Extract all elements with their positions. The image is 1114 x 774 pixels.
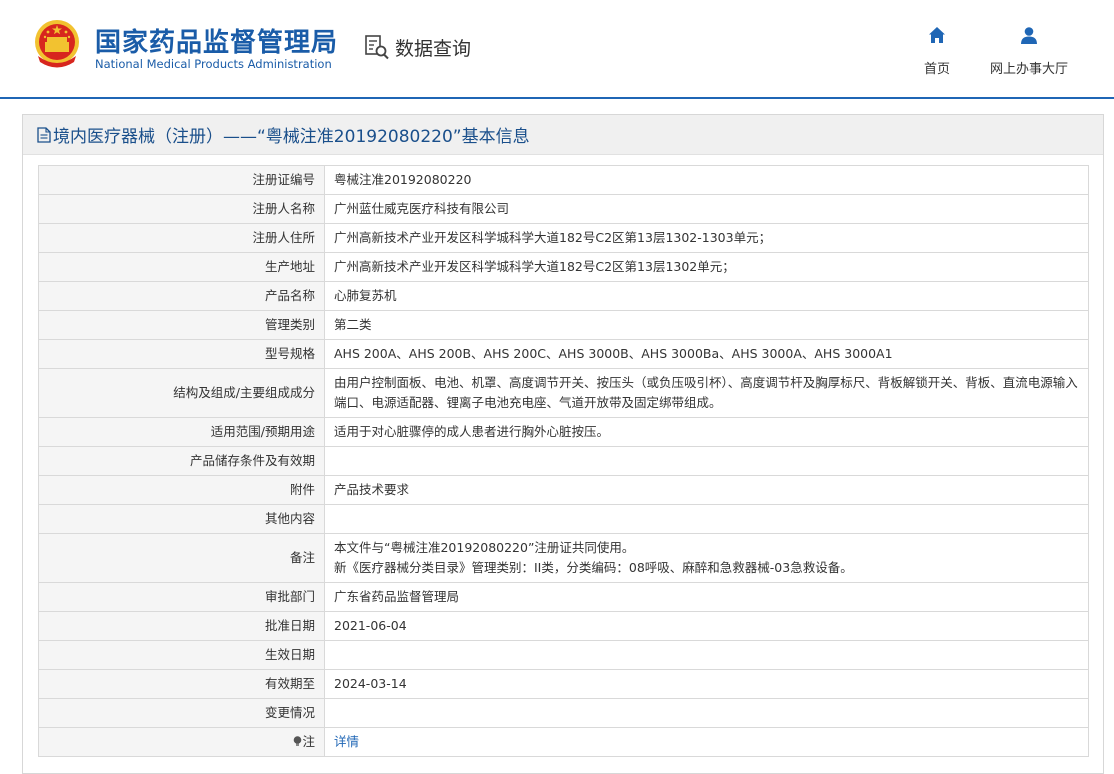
field-label: 型号规格 [38, 339, 325, 369]
table-row: 注册证编号 粤械注准20192080220 [38, 165, 1089, 195]
field-label: 批准日期 [38, 611, 325, 641]
national-emblem-icon [35, 20, 79, 68]
note-label-cell: 注 [38, 727, 325, 757]
field-label: 产品名称 [38, 281, 325, 311]
field-value [324, 640, 1089, 670]
field-label: 注册证编号 [38, 165, 325, 195]
home-icon [929, 27, 945, 43]
table-row: 审批部门 广东省药品监督管理局 [38, 582, 1089, 612]
details-link[interactable]: 详情 [334, 734, 359, 749]
field-label: 审批部门 [38, 582, 325, 612]
search-document-icon [365, 35, 389, 60]
field-value [324, 446, 1089, 476]
table-row: 其他内容 [38, 504, 1089, 534]
field-value: AHS 200A、AHS 200B、AHS 200C、AHS 3000B、AHS… [324, 339, 1089, 369]
table-row: 型号规格 AHS 200A、AHS 200B、AHS 200C、AHS 3000… [38, 339, 1089, 369]
table-row: 产品名称 心肺复苏机 [38, 281, 1089, 311]
field-label: 生产地址 [38, 252, 325, 282]
agency-name-cn: 国家药品监督管理局 [95, 28, 339, 58]
field-value-cell: 详情 [324, 727, 1089, 757]
data-search-label: 数据查询 [395, 37, 472, 60]
field-value-remarks: 本文件与“粤械注准20192080220”注册证共同使用。 新《医疗器械分类目录… [324, 533, 1089, 583]
field-label: 结构及组成/主要组成成分 [38, 368, 325, 418]
table-row: 结构及组成/主要组成成分 由用户控制面板、电池、机罩、高度调节开关、按压头（或负… [38, 368, 1089, 418]
note-label: 注 [302, 734, 315, 749]
field-value: 广州蓝仕威克医疗科技有限公司 [324, 194, 1089, 224]
nav-online-service-hall-label: 网上办事大厅 [989, 62, 1068, 77]
nav-online-service-hall[interactable]: 网上办事大厅 [986, 26, 1072, 77]
panel-title: 境内医疗器械（注册）——“粤械注准20192080220”基本信息 [53, 127, 530, 147]
table-row: 产品储存条件及有效期 [38, 446, 1089, 476]
table-row: 备注 本文件与“粤械注准20192080220”注册证共同使用。 新《医疗器械分… [38, 533, 1089, 583]
table-row: 批准日期 2021-06-04 [38, 611, 1089, 641]
field-label: 管理类别 [38, 310, 325, 340]
table-row: 注 详情 [38, 727, 1089, 757]
header-divider [0, 97, 1114, 99]
table-row: 变更情况 [38, 698, 1089, 728]
data-search-link[interactable]: 数据查询 [363, 33, 471, 61]
field-value [324, 504, 1089, 534]
document-icon [37, 126, 51, 143]
nav-home-label: 首页 [923, 62, 950, 77]
table-row: 有效期至 2024-03-14 [38, 669, 1089, 699]
table-row: 适用范围/预期用途 适用于对心脏骤停的成人患者进行胸外心脏按压。 [38, 417, 1089, 447]
field-value: 心肺复苏机 [324, 281, 1089, 311]
field-value: 广州高新技术产业开发区科学城科学大道182号C2区第13层1302单元； [324, 252, 1089, 282]
table-row: 生效日期 [38, 640, 1089, 670]
site-header: 国家药品监督管理局 National Medical Products Admi… [0, 0, 1114, 98]
field-value: 广东省药品监督管理局 [324, 582, 1089, 612]
field-label: 附件 [38, 475, 325, 505]
field-label: 有效期至 [38, 669, 325, 699]
device-info-table: 注册证编号 粤械注准20192080220 注册人名称 广州蓝仕威克医疗科技有限… [38, 165, 1089, 757]
table-row: 注册人住所 广州高新技术产业开发区科学城科学大道182号C2区第13层1302-… [38, 223, 1089, 253]
field-label: 产品储存条件及有效期 [38, 446, 325, 476]
user-icon [1021, 27, 1037, 44]
field-value: 由用户控制面板、电池、机罩、高度调节开关、按压头（或负压吸引杯）、高度调节杆及胸… [324, 368, 1089, 418]
field-value: 2024-03-14 [324, 669, 1089, 699]
field-label: 生效日期 [38, 640, 325, 670]
nav-home[interactable]: 首页 [916, 26, 958, 77]
field-value: 广州高新技术产业开发区科学城科学大道182号C2区第13层1302-1303单元… [324, 223, 1089, 253]
field-value: 适用于对心脏骤停的成人患者进行胸外心脏按压。 [324, 417, 1089, 447]
field-label: 其他内容 [38, 504, 325, 534]
field-label: 注册人住所 [38, 223, 325, 253]
field-value: 产品技术要求 [324, 475, 1089, 505]
remarks-line-2: 新《医疗器械分类目录》管理类别：II类，分类编码：08呼吸、麻醉和急救器械-03… [334, 560, 853, 575]
field-value [324, 698, 1089, 728]
table-row: 管理类别 第二类 [38, 310, 1089, 340]
field-value: 2021-06-04 [324, 611, 1089, 641]
device-info-panel: 境内医疗器械（注册）——“粤械注准20192080220”基本信息 注册证编号 … [22, 114, 1104, 774]
table-row: 生产地址 广州高新技术产业开发区科学城科学大道182号C2区第13层1302单元… [38, 252, 1089, 282]
field-label: 适用范围/预期用途 [38, 417, 325, 447]
field-value: 粤械注准20192080220 [324, 165, 1089, 195]
field-label: 备注 [38, 533, 325, 583]
table-row: 注册人名称 广州蓝仕威克医疗科技有限公司 [38, 194, 1089, 224]
field-label: 注册人名称 [38, 194, 325, 224]
agency-name-en: National Medical Products Administration [95, 57, 332, 71]
field-value: 第二类 [324, 310, 1089, 340]
remarks-line-1: 本文件与“粤械注准20192080220”注册证共同使用。 [334, 540, 635, 555]
table-row: 附件 产品技术要求 [38, 475, 1089, 505]
field-label: 变更情况 [38, 698, 325, 728]
panel-title-bar: 境内医疗器械（注册）——“粤械注准20192080220”基本信息 [23, 115, 1103, 155]
